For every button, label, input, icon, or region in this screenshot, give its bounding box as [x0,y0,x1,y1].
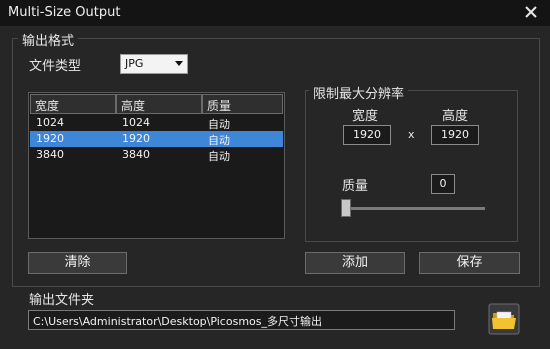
quality-slider-track[interactable] [350,207,485,210]
size-list[interactable]: 宽度 高度 质量 1024 1024 自动 1920 1920 自动 3840 … [28,92,285,239]
file-type-select[interactable]: JPG [120,54,188,74]
max-height-input[interactable]: 1920 [431,125,479,145]
add-button[interactable]: 添加 [305,252,405,274]
quality-input[interactable]: 0 [431,174,455,194]
output-folder-path[interactable]: C:\Users\Administrator\Desktop\Picosmos_… [28,310,455,330]
quality-slider-thumb[interactable] [341,199,351,217]
cell-quality: 自动 [208,134,230,147]
times-symbol: x [408,128,415,141]
cell-quality: 自动 [208,150,230,163]
max-width-input[interactable]: 1920 [343,125,391,145]
table-row-selected[interactable]: 1920 1920 自动 [30,131,283,147]
limit-resolution-group [305,90,518,242]
max-height-label: 高度 [442,109,469,124]
table-row[interactable]: 3840 3840 自动 [30,147,283,163]
column-header-width[interactable]: 宽度 [30,94,116,114]
max-width-label: 宽度 [352,109,379,124]
column-header-quality[interactable]: 质量 [202,94,283,114]
quality-label: 质量 [342,179,369,194]
file-type-label: 文件类型 [29,59,82,74]
cell-quality: 自动 [208,118,230,131]
cell-height: 1024 [122,116,150,129]
cell-width: 3840 [36,148,64,161]
size-list-header: 宽度 高度 质量 [30,94,283,114]
multi-size-output-window: Multi-Size Output 输出格式 文件类型 JPG 宽度 高度 质量… [0,0,550,349]
title-bar: Multi-Size Output [0,0,550,26]
folder-icon[interactable] [488,303,520,335]
cell-height: 3840 [122,148,150,161]
save-button[interactable]: 保存 [419,252,520,274]
table-row[interactable]: 1024 1024 自动 [30,115,283,131]
cell-width: 1024 [36,116,64,129]
cell-width: 1920 [36,132,64,145]
cell-height: 1920 [122,132,150,145]
clear-button[interactable]: 清除 [28,252,127,274]
file-type-value: JPG [125,57,144,70]
output-folder-label: 输出文件夹 [29,293,95,308]
output-format-legend: 输出格式 [18,30,79,49]
window-title: Multi-Size Output [8,5,121,20]
column-header-height[interactable]: 高度 [116,94,202,114]
close-icon[interactable] [522,3,540,21]
limit-resolution-legend: 限制最大分辨率 [309,83,409,102]
chevron-down-icon [175,61,183,66]
